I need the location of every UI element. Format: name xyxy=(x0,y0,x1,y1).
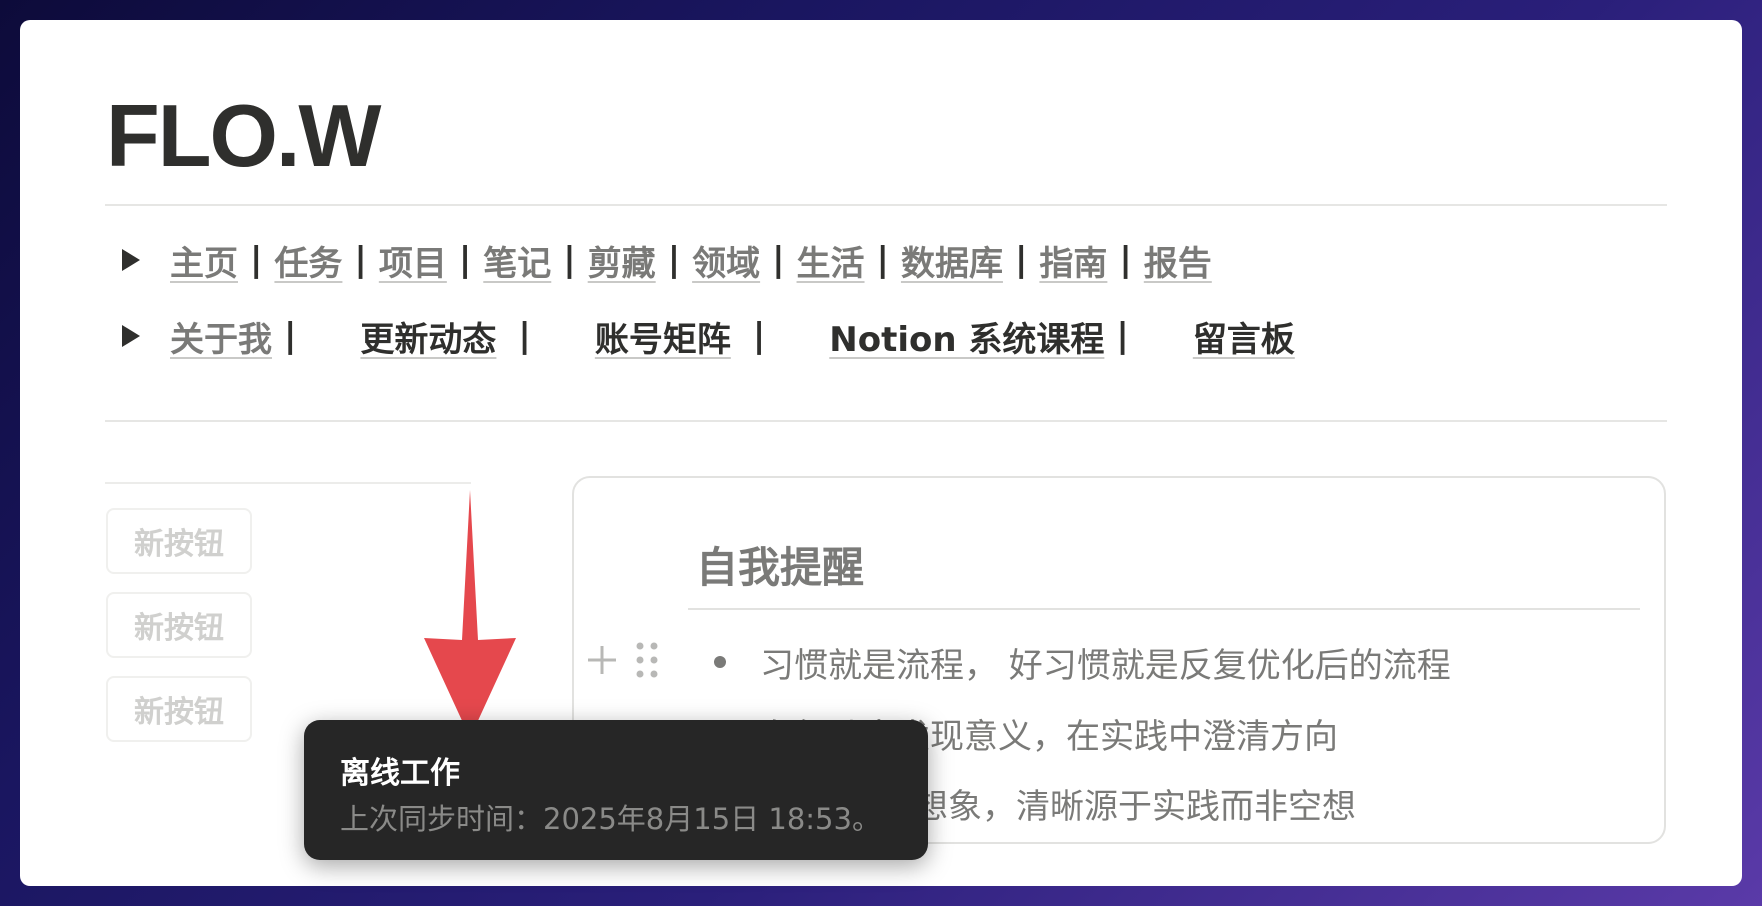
tooltip-subtitle: 上次同步时间：2025年8月15日 18:53。 xyxy=(340,802,881,836)
nav-separator: | xyxy=(1116,316,1129,356)
nav-link-updates[interactable]: 更新动态 xyxy=(360,312,496,361)
nav-link-clips[interactable]: 剪藏 xyxy=(588,236,656,285)
nav-separator: | xyxy=(518,316,531,356)
plus-icon[interactable] xyxy=(584,642,620,678)
nav-link-notes[interactable]: 笔记 xyxy=(483,236,551,285)
new-button-3[interactable]: 新按钮 xyxy=(106,676,252,742)
callout-heading: 自我提醒 xyxy=(696,543,865,592)
nav-separator: | xyxy=(458,240,472,280)
nav-toggle-row-main: 主页 | 任务 | 项目 | 笔记 | 剪藏 | 领域 | 生活 | 数据库 |… xyxy=(122,235,1212,285)
nav-bottom-divider xyxy=(105,420,1667,422)
offline-status-tooltip: 离线工作 上次同步时间：2025年8月15日 18:53。 xyxy=(304,720,928,860)
nav-link-areas[interactable]: 领域 xyxy=(692,236,760,285)
nav-link-projects[interactable]: 项目 xyxy=(379,236,447,285)
nav-link-tasks[interactable]: 任务 xyxy=(274,236,342,285)
nav-link-home[interactable]: 主页 xyxy=(170,236,238,285)
nav-separator: | xyxy=(563,240,576,280)
nav-separator: | xyxy=(772,240,785,280)
nav-separator: | xyxy=(1119,240,1132,280)
new-button-1[interactable]: 新按钮 xyxy=(106,508,252,574)
toggle-triangle-icon[interactable] xyxy=(122,325,140,347)
callout-divider xyxy=(688,608,1640,610)
page-title: FLO.W xyxy=(106,86,381,185)
nav-link-notion-course[interactable]: Notion 系统课程 xyxy=(829,312,1104,361)
top-divider xyxy=(105,204,1667,206)
nav-separator: | xyxy=(250,240,263,280)
new-button-2[interactable]: 新按钮 xyxy=(106,592,252,658)
nav-link-reports[interactable]: 报告 xyxy=(1144,236,1212,285)
nav-link-life[interactable]: 生活 xyxy=(797,236,865,285)
nav-link-message-board[interactable]: 留言板 xyxy=(1193,312,1295,361)
toggle-triangle-icon[interactable] xyxy=(122,249,140,271)
nav-separator: | xyxy=(667,240,681,280)
nav-separator: | xyxy=(752,316,766,356)
bullet-text: 习惯就是流程， 好习惯就是反复优化后的流程 xyxy=(760,645,1451,686)
nav-link-guide[interactable]: 指南 xyxy=(1039,236,1107,285)
nav-separator: | xyxy=(1014,240,1028,280)
nav-separator: | xyxy=(284,316,297,356)
nav-separator: | xyxy=(354,240,367,280)
bullet-dot-icon xyxy=(714,656,726,668)
nav-link-accounts[interactable]: 账号矩阵 xyxy=(595,312,731,361)
bulleted-list-item[interactable]: 习惯就是流程， 好习惯就是反复优化后的流程 xyxy=(714,637,1451,687)
nav-link-database[interactable]: 数据库 xyxy=(901,236,1003,285)
tooltip-title: 离线工作 xyxy=(340,756,460,791)
drag-handle-icon[interactable] xyxy=(634,640,660,680)
nav-toggle-row-about: 关于我 | 更新动态 | 账号矩阵 | Notion 系统课程 | 留言板 xyxy=(122,311,1295,361)
nav-link-about-me[interactable]: 关于我 xyxy=(170,312,272,361)
left-column-divider xyxy=(105,482,471,484)
nav-separator: | xyxy=(876,240,889,280)
red-arrow-down-icon xyxy=(424,490,516,738)
